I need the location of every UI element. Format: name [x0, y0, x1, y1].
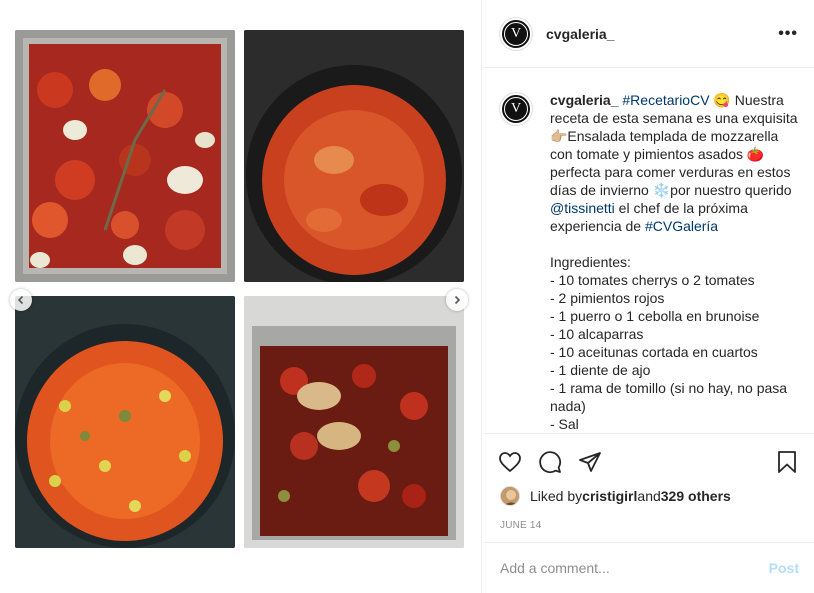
next-arrow[interactable]: [446, 289, 468, 311]
comment-input[interactable]: [500, 560, 769, 576]
caption-area[interactable]: V cvgaleria_ #RecetarioCV 😋 Nuestra rece…: [482, 69, 814, 433]
caption-avatar[interactable]: V: [500, 93, 532, 125]
comment-icon[interactable]: [538, 450, 562, 474]
hashtag-cvgaleria[interactable]: #CVGalería: [645, 218, 718, 234]
caption-username[interactable]: cvgaleria_: [550, 92, 619, 108]
likes-count[interactable]: 329 others: [661, 488, 731, 504]
likes-and: and: [637, 488, 661, 504]
post-button[interactable]: Post: [769, 560, 799, 576]
action-bar: [482, 433, 814, 489]
caption-ingredients: Ingredientes: - 10 tomates cherrys o 2 t…: [550, 254, 788, 432]
comment-box: Post: [482, 542, 814, 593]
avatar-ring: V: [504, 21, 528, 46]
avatar-letter: V: [510, 25, 522, 41]
photo-tray-roasted: [244, 296, 464, 548]
avatar[interactable]: V: [500, 17, 532, 50]
avatar-letter: V: [510, 101, 522, 116]
liker-username[interactable]: cristigirl: [582, 488, 637, 504]
post-side-panel: V cvgaleria_ ••• V cvgaleria_ #Recetario…: [481, 0, 814, 593]
avatar-ring: V: [504, 97, 528, 121]
caption-text: cvgaleria_ #RecetarioCV 😋 Nuestra receta…: [550, 91, 799, 433]
post-media[interactable]: [0, 0, 481, 593]
header-username[interactable]: cvgaleria_: [546, 26, 778, 42]
post-date[interactable]: JUNE 14: [500, 520, 541, 531]
chevron-left-icon: [17, 295, 24, 305]
bookmark-icon[interactable]: [775, 450, 799, 474]
liker-avatar[interactable]: [500, 486, 520, 506]
photo-tray-vegetables: [15, 30, 235, 282]
mention-tissinetti[interactable]: @tissinetti: [550, 200, 615, 216]
post-header: V cvgaleria_ •••: [482, 0, 814, 68]
photo-pan-vegetables: [15, 296, 235, 548]
share-icon[interactable]: [578, 450, 602, 474]
hashtag-recetariocv[interactable]: #RecetarioCV: [622, 92, 709, 108]
heart-icon[interactable]: [498, 450, 522, 474]
chevron-right-icon: [454, 295, 461, 305]
likes-prefix: Liked by: [530, 488, 583, 504]
photo-pan-sauce: [244, 30, 464, 282]
more-icon[interactable]: •••: [778, 25, 798, 43]
previous-arrow[interactable]: [10, 289, 32, 311]
likes-row[interactable]: Liked by cristigirl and 329 others: [500, 486, 731, 506]
